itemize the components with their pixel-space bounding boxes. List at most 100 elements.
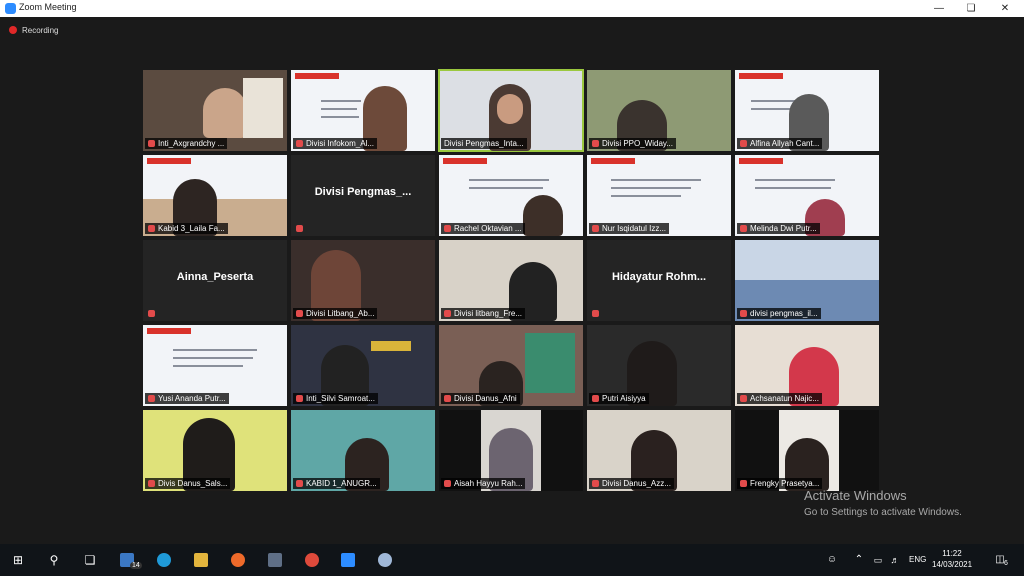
participant-name: Nur Isqidatul Izz... [589,223,670,234]
mic-muted-icon [740,225,747,232]
participant-tile[interactable]: Divisi Infokom_Al... [291,70,435,151]
file-explorer-icon[interactable] [194,553,208,567]
participant-tile[interactable]: Melinda Dwi Putr... [735,155,879,236]
participant-name: Yusi Ananda Putr... [145,393,229,404]
mic-muted-icon [740,480,747,487]
participant-name: divisi pengmas_il... [737,308,821,319]
chevron-up-icon[interactable]: ⌃ [852,544,866,576]
mic-muted-icon [444,310,451,317]
participant-name: Aisah Hayyu Rah... [441,478,526,489]
mic-muted-icon [296,225,303,232]
participant-tile[interactable]: KABID 1_ANUGR... [291,410,435,491]
mic-muted-icon [148,395,155,402]
record-icon [9,26,17,34]
mic-muted-icon [592,140,599,147]
participant-name-placeholder: Hidayatur Rohm... [611,271,707,283]
participant-name: Divisi litbang_Fre... [441,308,526,319]
minimize-button[interactable]: — [924,0,954,17]
store-icon[interactable] [268,553,282,567]
recording-indicator[interactable]: Recording [9,26,58,35]
participant-tile[interactable]: Divisi Pengmas_... [291,155,435,236]
participant-name: Rachel Oktavian ... [441,223,525,234]
zoom-app-icon [5,3,16,14]
clock-date: 14/03/2021 [932,560,973,569]
start-button[interactable]: ⊞ [4,544,32,576]
chrome-icon[interactable] [305,553,319,567]
mic-muted-icon [444,225,451,232]
participant-tile[interactable]: Kabid 3_Laila Fa... [143,155,287,236]
participant-name: Divisi Danus_Azz... [589,478,674,489]
mic-muted-icon [444,480,451,487]
participant-tile[interactable]: Rachel Oktavian ... [439,155,583,236]
participant-name: Putri Aisiyya [589,393,649,404]
mic-muted-icon [592,395,599,402]
notification-count: 6 [1004,560,1008,567]
mic-muted-icon [444,395,451,402]
edge-icon[interactable] [157,553,171,567]
mic-muted-icon [148,140,155,147]
title-bar: Zoom Meeting — ❏ ✕ [0,0,1024,17]
participant-name: Kabid 3_Laila Fa... [145,223,228,234]
mic-muted-icon [296,140,303,147]
participant-tile[interactable]: Divisi litbang_Fre... [439,240,583,321]
participant-tile[interactable]: Alfina Allyah Cant... [735,70,879,151]
participant-tile[interactable]: Inti_Axgrandchy ... [143,70,287,151]
participant-tile[interactable]: Putri Aisiyya [587,325,731,406]
mic-muted-icon [740,395,747,402]
battery-icon[interactable]: ▭ [870,544,886,576]
participant-tile[interactable]: Frengky Prasetya... [735,410,879,491]
participant-name: KABID 1_ANUGR... [293,478,380,489]
paint-icon[interactable] [378,553,392,567]
window-title: Zoom Meeting [19,2,77,12]
participant-tile[interactable]: Divisi Litbang_Ab... [291,240,435,321]
restore-button[interactable]: ❏ [956,0,986,17]
mic-muted-icon [148,480,155,487]
participant-tile-active-speaker[interactable]: Divisi Pengmas_Inta... [438,69,584,152]
participant-tile[interactable]: Inti_Silvi Samroat... [291,325,435,406]
task-view-icon[interactable]: ❏ [76,544,104,576]
mic-muted-icon [740,140,747,147]
participant-name: Divisi Pengmas_Inta... [441,138,527,149]
participant-name: Alfina Allyah Cant... [737,138,823,149]
mic-muted-icon [592,225,599,232]
recording-label: Recording [22,26,59,35]
participant-tile[interactable]: Yusi Ananda Putr... [143,325,287,406]
activate-windows-subtitle: Go to Settings to activate Windows. [804,507,962,518]
participant-tile[interactable]: Divisi Danus_Azz... [587,410,731,491]
meeting-area: Recording Inti_Axgrandchy ... Divisi Inf… [0,17,1024,544]
participant-name-placeholder: Divisi Pengmas_... [314,186,412,198]
participant-name: Divisi Litbang_Ab... [293,308,378,319]
clock-time: 11:22 [942,549,962,558]
zoom-taskbar-icon[interactable] [341,553,355,567]
participant-name-placeholder: Ainna_Peserta [176,271,254,283]
mic-muted-icon [592,310,599,317]
mail-badge: 14 [130,562,142,569]
participant-name: Achsanatun Najic... [737,393,822,404]
activate-windows-title: Activate Windows [804,488,907,503]
firefox-icon[interactable] [231,553,245,567]
participant-name: Divis Danus_Sals... [145,478,231,489]
mic-muted-icon [296,310,303,317]
search-icon[interactable]: ⚲ [40,544,68,576]
close-button[interactable]: ✕ [990,0,1020,17]
participant-tile[interactable]: Hidayatur Rohm... [587,240,731,321]
participant-tile[interactable]: divisi pengmas_il... [735,240,879,321]
participant-tile[interactable]: Aisah Hayyu Rah... [439,410,583,491]
participant-tile[interactable]: Divisi PPO_Widay... [587,70,731,151]
mic-muted-icon [148,225,155,232]
participant-name: Inti_Axgrandchy ... [145,138,228,149]
clock[interactable]: 11:22 14/03/2021 [932,548,972,570]
participant-tile[interactable]: Achsanatun Najic... [735,325,879,406]
participant-tile[interactable]: Divis Danus_Sals... [143,410,287,491]
volume-icon[interactable]: ♬ [888,544,902,576]
mic-muted-icon [740,310,747,317]
participant-tile[interactable]: Ainna_Peserta [143,240,287,321]
taskbar: ⊞ ⚲ ❏ 14 ☺ ⌃ ▭ ♬ ENG 11:22 14/03/2021 ◫ … [0,544,1024,576]
participant-tile[interactable]: Nur Isqidatul Izz... [587,155,731,236]
mic-muted-icon [296,480,303,487]
language-indicator[interactable]: ENG [909,555,926,564]
people-icon[interactable]: ☺ [824,544,840,576]
participant-name: Divisi Infokom_Al... [293,138,378,149]
participant-tile[interactable]: Divisi Danus_Afni [439,325,583,406]
participant-name: Melinda Dwi Putr... [737,223,820,234]
